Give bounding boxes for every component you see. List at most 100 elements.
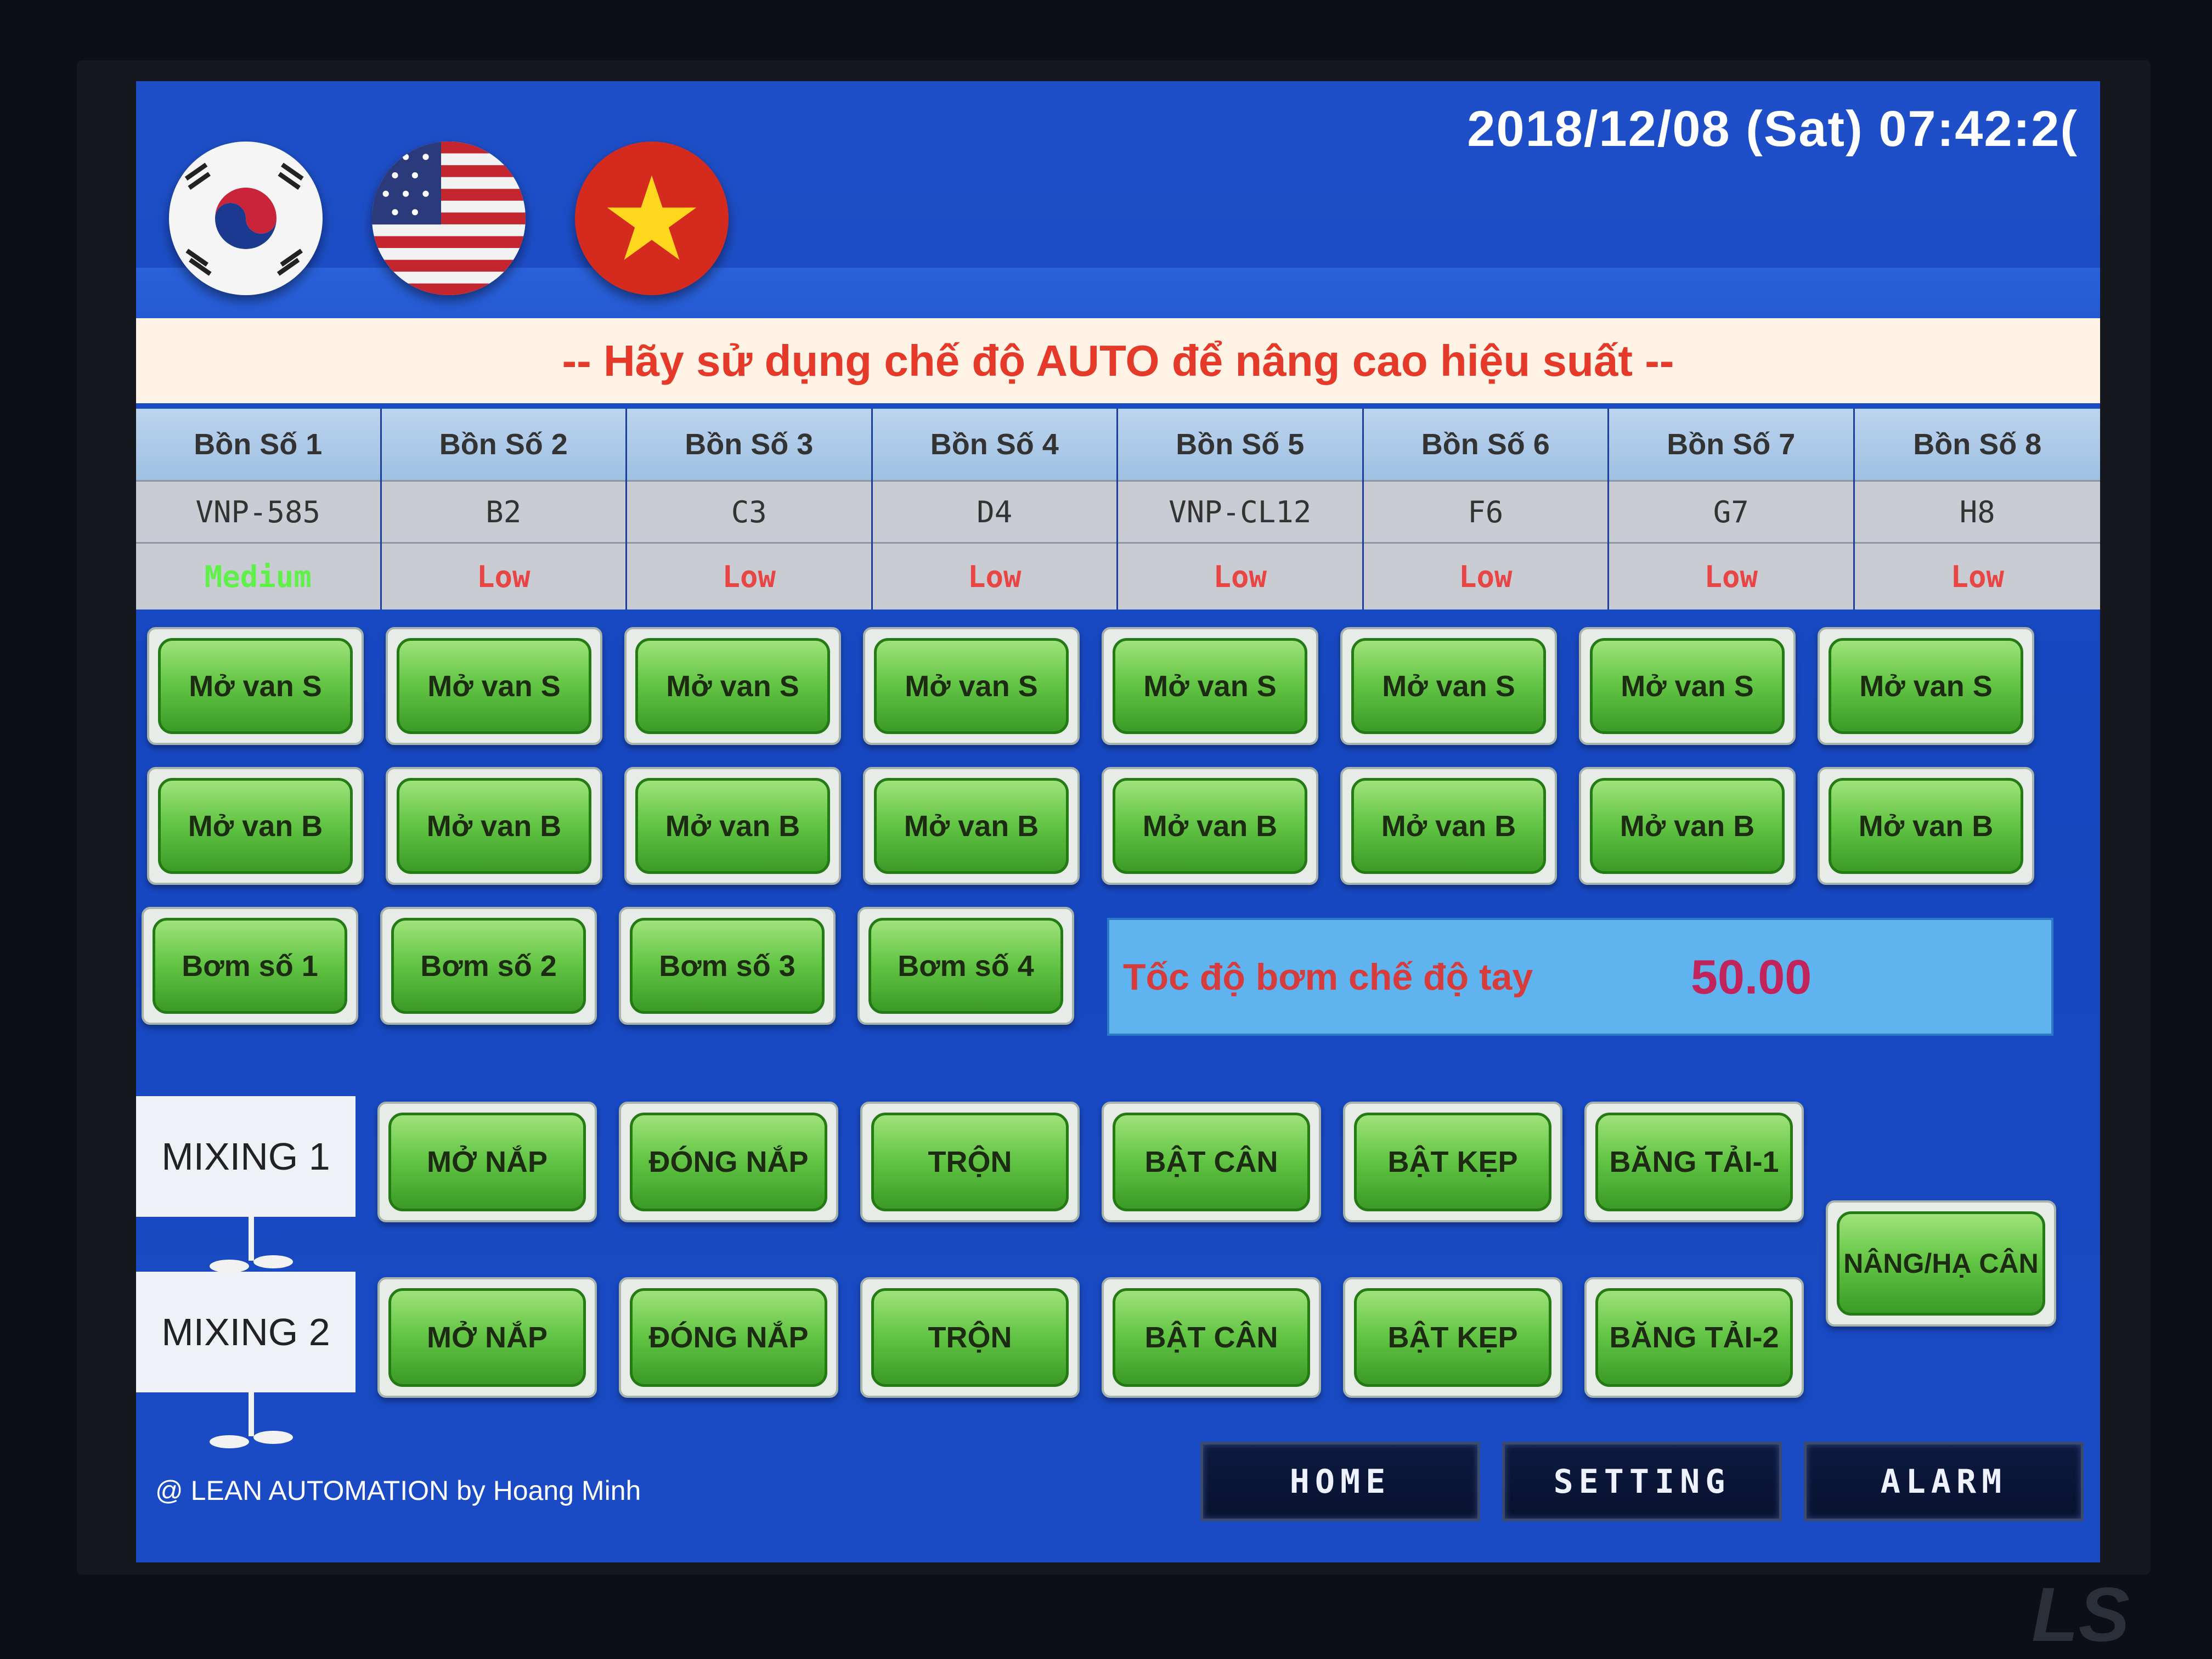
tank-code: C3: [627, 480, 871, 542]
mixing-1-conveyor-button[interactable]: BĂNG TẢI-1: [1595, 1113, 1793, 1211]
open-valve-s-button-5[interactable]: Mở van S: [1113, 638, 1307, 734]
tank-code: VNP-CL12: [1118, 480, 1362, 542]
valve-b-button-frame: Mở van B: [624, 767, 841, 885]
mixing-2-button-frame: MỞ NẮP: [377, 1277, 597, 1398]
tank-code: F6: [1363, 480, 1607, 542]
mixer-icon: [210, 1387, 293, 1448]
manual-pump-speed-label: Tốc độ bơm chế độ tay: [1123, 956, 1533, 998]
valve-s-button-frame: Mở van S: [1579, 627, 1796, 745]
mixing-1-label: MIXING 1: [136, 1096, 356, 1217]
mixing-2-open-lid-button[interactable]: MỞ NẮP: [388, 1288, 586, 1387]
tank-level: Low: [1854, 542, 2100, 610]
valve-s-button-frame: Mở van S: [386, 627, 602, 745]
tank-column: Bồn Số 1 VNP-585 Medium: [136, 409, 382, 610]
tank-code: VNP-585: [136, 480, 380, 542]
vietnam-flag-icon[interactable]: [575, 142, 729, 295]
tank-column: Bồn Số 2 B2 Low: [381, 409, 627, 610]
open-valve-s-button-4[interactable]: Mở van S: [874, 638, 1069, 734]
tank-column: Bồn Số 8 H8 Low: [1854, 409, 2100, 610]
open-valve-s-button-7[interactable]: Mở van S: [1590, 638, 1785, 734]
open-valve-b-button-4[interactable]: Mở van B: [874, 778, 1069, 874]
device-logo: LS: [2032, 1571, 2130, 1657]
valve-s-button-frame: Mở van S: [624, 627, 841, 745]
valve-s-button-frame: Mở van S: [1818, 627, 2034, 745]
valve-b-button-frame: Mở van B: [1579, 767, 1796, 885]
mixing-1-button-frame: MỞ NẮP: [377, 1102, 597, 1222]
tank-code: H8: [1854, 480, 2100, 542]
open-valve-b-button-1[interactable]: Mở van B: [158, 778, 353, 874]
open-valve-s-button-8[interactable]: Mở van S: [1829, 638, 2023, 734]
footer-credit: @ LEAN AUTOMATION by Hoang Minh: [155, 1475, 641, 1506]
mixing-2-scale-on-button[interactable]: BẬT CÂN: [1113, 1288, 1310, 1387]
mixing-1-button-frame: BẬT KẸP: [1343, 1102, 1562, 1222]
tank-level: Low: [627, 542, 871, 610]
usa-flag-icon[interactable]: [372, 142, 526, 295]
open-valve-b-button-2[interactable]: Mở van B: [397, 778, 591, 874]
pump-button-1[interactable]: Bơm số 1: [153, 918, 347, 1014]
tank-code: B2: [381, 480, 625, 542]
tank-name: Bồn Số 2: [381, 409, 625, 480]
valve-b-button-frame: Mở van B: [386, 767, 602, 885]
pump-button-4[interactable]: Bơm số 4: [868, 918, 1063, 1014]
manual-pump-speed-panel: Tốc độ bơm chế độ tay 50.00: [1107, 918, 2053, 1036]
pump-button-3[interactable]: Bơm số 3: [630, 918, 825, 1014]
pump-button-2[interactable]: Bơm số 2: [391, 918, 586, 1014]
tank-name: Bồn Số 6: [1363, 409, 1607, 480]
tank-code: G7: [1609, 480, 1853, 542]
manual-pump-speed-value[interactable]: 50.00: [1691, 949, 1812, 1005]
mixing-1-clamp-on-button[interactable]: BẬT KẸP: [1354, 1113, 1551, 1211]
tank-column: Bồn Số 3 C3 Low: [627, 409, 873, 610]
pump-button-frame: Bơm số 1: [142, 907, 358, 1025]
lift-lower-scale-button[interactable]: NÂNG/HẠ CÂN: [1837, 1211, 2045, 1316]
open-valve-s-button-2[interactable]: Mở van S: [397, 638, 591, 734]
mixing-2-button-frame: TRỘN: [860, 1277, 1080, 1398]
mixing-1-close-lid-button[interactable]: ĐÓNG NẮP: [630, 1113, 827, 1211]
tank-level: Medium: [136, 542, 380, 610]
valve-b-button-frame: Mở van B: [1818, 767, 2034, 885]
tank-column: Bồn Số 7 G7 Low: [1609, 409, 1855, 610]
mixing-2-mix-button[interactable]: TRỘN: [871, 1288, 1069, 1387]
korea-flag-icon[interactable]: [169, 142, 323, 295]
valve-b-button-frame: Mở van B: [1102, 767, 1318, 885]
mixing-2-clamp-on-button[interactable]: BẬT KẸP: [1354, 1288, 1551, 1387]
tank-column: Bồn Số 4 D4 Low: [872, 409, 1118, 610]
mixing-2-label: MIXING 2: [136, 1272, 356, 1392]
home-button[interactable]: HOME: [1200, 1442, 1480, 1521]
banner-message: -- Hãy sử dụng chế độ AUTO để nâng cao h…: [136, 318, 2100, 403]
tank-level: Low: [1118, 542, 1362, 610]
open-valve-s-button-1[interactable]: Mở van S: [158, 638, 353, 734]
alarm-button[interactable]: ALARM: [1804, 1442, 2084, 1521]
tank-level: Low: [872, 542, 1116, 610]
valve-s-button-frame: Mở van S: [1102, 627, 1318, 745]
tank-name: Bồn Số 5: [1118, 409, 1362, 480]
mixing-1-scale-on-button[interactable]: BẬT CÂN: [1113, 1113, 1310, 1211]
valve-s-button-frame: Mở van S: [147, 627, 364, 745]
lift-scale-button-frame: NÂNG/HẠ CÂN: [1826, 1200, 2056, 1327]
open-valve-s-button-3[interactable]: Mở van S: [635, 638, 830, 734]
valve-b-button-frame: Mở van B: [1340, 767, 1557, 885]
tank-code: D4: [872, 480, 1116, 542]
open-valve-b-button-8[interactable]: Mở van B: [1829, 778, 2023, 874]
open-valve-b-button-5[interactable]: Mở van B: [1113, 778, 1307, 874]
tank-level: Low: [1609, 542, 1853, 610]
tank-name: Bồn Số 8: [1854, 409, 2100, 480]
valve-s-button-frame: Mở van S: [1340, 627, 1557, 745]
setting-button[interactable]: SETTING: [1502, 1442, 1782, 1521]
mixing-1-button-frame: BĂNG TẢI-1: [1584, 1102, 1804, 1222]
open-valve-b-button-7[interactable]: Mở van B: [1590, 778, 1785, 874]
mixing-1-button-frame: ĐÓNG NẮP: [619, 1102, 838, 1222]
mixing-2-button-frame: BẬT KẸP: [1343, 1277, 1562, 1398]
open-valve-b-button-6[interactable]: Mở van B: [1351, 778, 1546, 874]
pump-button-frame: Bơm số 4: [857, 907, 1074, 1025]
mixing-2-close-lid-button[interactable]: ĐÓNG NẮP: [630, 1288, 827, 1387]
mixing-1-button-frame: TRỘN: [860, 1102, 1080, 1222]
tank-level: Low: [381, 542, 625, 610]
mixing-2-conveyor-button[interactable]: BĂNG TẢI-2: [1595, 1288, 1793, 1387]
tank-level: Low: [1363, 542, 1607, 610]
mixing-1-open-lid-button[interactable]: MỞ NẮP: [388, 1113, 586, 1211]
mixing-1-mix-button[interactable]: TRỘN: [871, 1113, 1069, 1211]
pump-button-frame: Bơm số 2: [380, 907, 597, 1025]
open-valve-s-button-6[interactable]: Mở van S: [1351, 638, 1546, 734]
mixing-2-button-frame: BĂNG TẢI-2: [1584, 1277, 1804, 1398]
open-valve-b-button-3[interactable]: Mở van B: [635, 778, 830, 874]
